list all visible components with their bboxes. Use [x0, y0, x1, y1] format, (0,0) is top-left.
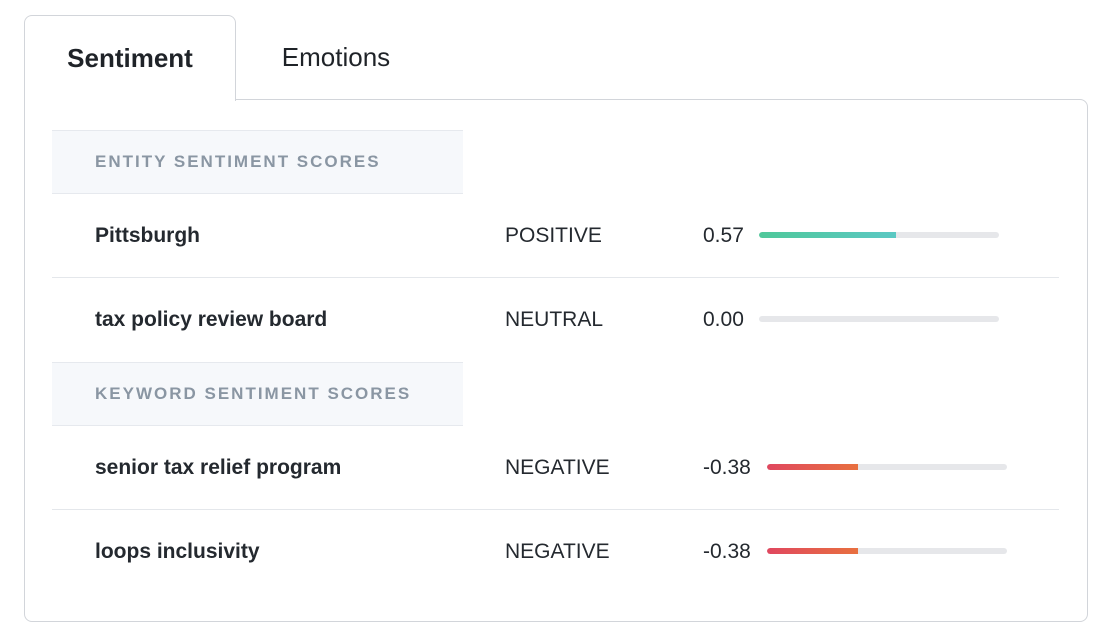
tab-bar: Sentiment Emotions [24, 15, 1088, 101]
sentiment-bar [759, 316, 999, 322]
sentiment-bar [767, 464, 1007, 470]
entity-section-header: Entity Sentiment Scores [52, 130, 463, 194]
keyword-section-header: Keyword Sentiment Scores [52, 362, 463, 426]
sentiment-score: 0.00 [703, 308, 744, 331]
table-row: senior tax relief program NEGATIVE -0.38 [52, 426, 1059, 510]
sentiment-panel: Entity Sentiment Scores Pittsburgh POSIT… [24, 99, 1088, 622]
sentiment-label: POSITIVE [505, 224, 602, 247]
sentiment-score: -0.38 [703, 540, 751, 563]
sentiment-label: NEGATIVE [505, 456, 610, 479]
table-row: loops inclusivity NEGATIVE -0.38 [52, 510, 1059, 594]
keyword-name: loops inclusivity [95, 540, 260, 563]
tab-sentiment[interactable]: Sentiment [24, 15, 236, 101]
table-row: Pittsburgh POSITIVE 0.57 [52, 194, 1059, 278]
sentiment-bar [759, 232, 999, 238]
table-row: tax policy review board NEUTRAL 0.00 [52, 278, 1059, 362]
keyword-name: senior tax relief program [95, 456, 342, 479]
sentiment-score: 0.57 [703, 224, 744, 247]
entity-name: Pittsburgh [95, 224, 200, 247]
entity-name: tax policy review board [95, 308, 328, 331]
sentiment-widget: Sentiment Emotions Entity Sentiment Scor… [24, 15, 1088, 622]
sentiment-label: NEUTRAL [505, 308, 604, 331]
sentiment-bar [767, 548, 1007, 554]
sentiment-bar-fill [767, 464, 859, 470]
tab-emotions[interactable]: Emotions [236, 15, 436, 100]
sentiment-bar-fill [759, 232, 896, 238]
sentiment-score: -0.38 [703, 456, 751, 479]
sentiment-bar-fill [767, 548, 859, 554]
sentiment-label: NEGATIVE [505, 540, 610, 563]
